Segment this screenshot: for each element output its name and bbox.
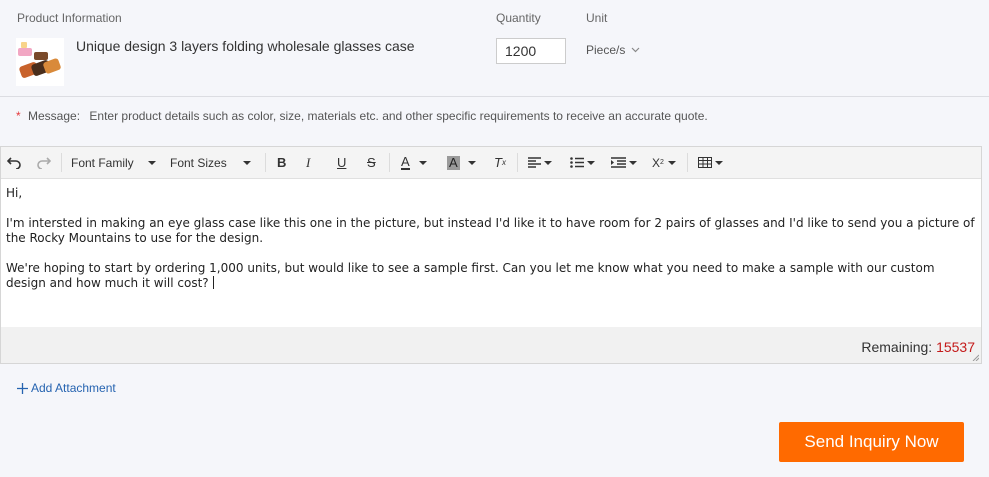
message-hint: Enter product details such as color, siz… <box>89 109 708 123</box>
required-mark: * <box>16 109 21 123</box>
message-row: * Message: Enter product details such as… <box>16 109 708 123</box>
toolbar-divider <box>517 153 518 172</box>
caret-down-icon <box>418 160 427 165</box>
send-inquiry-button[interactable]: Send Inquiry Now <box>779 422 964 462</box>
message-paragraph: We're hoping to start by ordering 1,000 … <box>6 261 976 291</box>
quantity-input[interactable] <box>496 38 566 64</box>
add-attachment-link[interactable]: Add Attachment <box>17 381 116 395</box>
remaining-value: 15537 <box>936 339 975 355</box>
caret-down-icon <box>242 160 251 165</box>
bullet-list-icon <box>570 157 584 168</box>
align-button[interactable] <box>528 147 552 178</box>
list-button[interactable] <box>570 147 595 178</box>
font-sizes-dropdown[interactable]: Font Sizes <box>170 147 251 178</box>
undo-icon <box>7 156 21 169</box>
product-info-header: Product Information <box>17 11 122 25</box>
quantity-header: Quantity <box>496 11 541 25</box>
font-sizes-label: Font Sizes <box>170 155 227 170</box>
rich-text-editor: Font Family Font Sizes B I U S A A Tx X … <box>0 146 982 364</box>
resize-handle-icon[interactable] <box>972 354 979 361</box>
clear-format-icon: T <box>494 155 502 170</box>
indent-icon <box>611 157 626 168</box>
redo-button[interactable] <box>37 147 51 178</box>
clear-format-sub: x <box>501 158 506 167</box>
italic-button[interactable]: I <box>306 147 310 178</box>
undo-button[interactable] <box>7 147 21 178</box>
font-family-dropdown[interactable]: Font Family <box>71 147 156 178</box>
caret-down-icon <box>715 160 723 165</box>
font-family-label: Font Family <box>71 155 134 170</box>
background-color-button[interactable]: A <box>447 147 476 178</box>
editor-footer: Remaining: 15537 <box>1 327 981 363</box>
align-left-icon <box>528 157 541 168</box>
caret-down-icon <box>587 160 595 165</box>
toolbar-divider <box>687 153 688 172</box>
toolbar-divider <box>389 153 390 172</box>
caret-down-icon <box>629 160 637 165</box>
caret-down-icon <box>544 160 552 165</box>
underline-button[interactable]: U <box>337 147 346 178</box>
unit-header: Unit <box>586 11 608 25</box>
message-line: Hi, <box>6 186 23 200</box>
text-cursor <box>212 276 214 289</box>
background-color-icon: A <box>447 154 460 170</box>
editor-toolbar: Font Family Font Sizes B I U S A A Tx X … <box>1 147 981 179</box>
plus-icon <box>17 382 28 394</box>
message-paragraph-text: We're hoping to start by ordering 1,000 … <box>6 261 935 290</box>
table-icon <box>698 157 712 168</box>
chevron-down-icon <box>631 47 640 53</box>
subscript-sub: 2 <box>660 159 664 166</box>
unit-select[interactable]: Piece/s <box>586 43 640 57</box>
add-attachment-label: Add Attachment <box>31 381 116 395</box>
clear-formatting-button[interactable]: Tx <box>494 147 506 178</box>
subscript-button[interactable]: X2 <box>652 147 676 178</box>
product-thumbnail[interactable] <box>16 38 64 86</box>
bold-button[interactable]: B <box>277 147 286 178</box>
unit-value: Piece/s <box>586 43 626 57</box>
caret-down-icon <box>667 160 676 165</box>
indent-button[interactable] <box>611 147 637 178</box>
message-label: Message: <box>28 109 81 123</box>
product-name[interactable]: Unique design 3 layers folding wholesale… <box>76 38 415 54</box>
toolbar-divider <box>61 153 62 172</box>
strikethrough-button[interactable]: S <box>367 147 376 178</box>
toolbar-divider <box>265 153 266 172</box>
remaining-label: Remaining: <box>861 339 933 355</box>
caret-down-icon <box>467 160 476 165</box>
remaining-counter: Remaining: 15537 <box>861 339 975 355</box>
caret-down-icon <box>147 160 156 165</box>
message-paragraph: I'm intersted in making an eye glass cas… <box>6 216 975 245</box>
font-color-button[interactable]: A <box>401 147 427 178</box>
redo-icon <box>37 156 51 169</box>
font-color-icon: A <box>401 154 410 170</box>
subscript-icon: X <box>652 155 661 170</box>
table-button[interactable] <box>698 147 723 178</box>
editor-content[interactable]: Hi, I'm intersted in making an eye glass… <box>1 179 981 327</box>
